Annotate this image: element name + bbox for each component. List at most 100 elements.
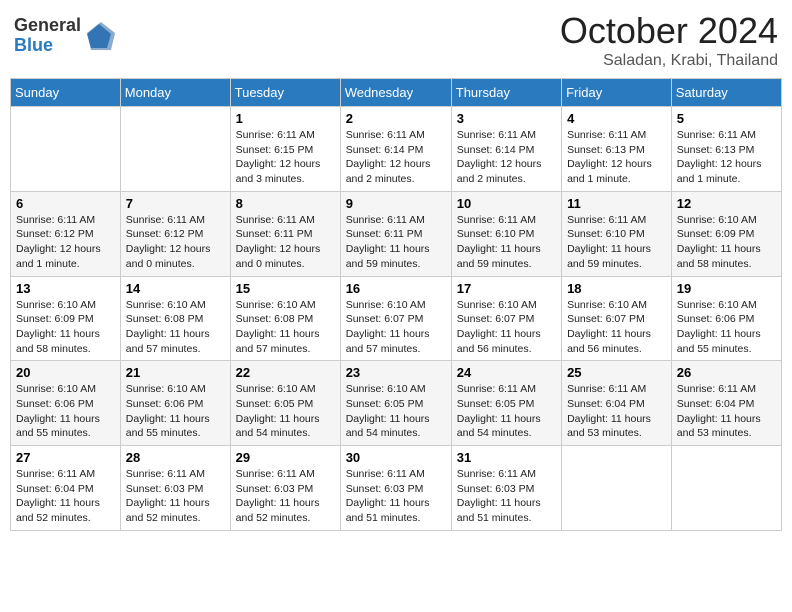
day-info: Sunrise: 6:11 AM Sunset: 6:14 PM Dayligh…: [346, 128, 446, 187]
calendar-cell: 31 Sunrise: 6:11 AM Sunset: 6:03 PM Dayli…: [451, 446, 561, 531]
logo: General Blue: [14, 16, 115, 56]
day-number: 3: [457, 111, 556, 126]
day-number: 10: [457, 196, 556, 211]
day-info: Sunrise: 6:11 AM Sunset: 6:03 PM Dayligh…: [236, 467, 335, 526]
day-number: 6: [16, 196, 115, 211]
day-info: Sunrise: 6:11 AM Sunset: 6:10 PM Dayligh…: [567, 213, 666, 272]
title-block: October 2024 Saladan, Krabi, Thailand: [560, 10, 778, 70]
calendar-week-row: 20 Sunrise: 6:10 AM Sunset: 6:06 PM Dayli…: [11, 361, 782, 446]
calendar-cell: 9 Sunrise: 6:11 AM Sunset: 6:11 PM Daylig…: [340, 191, 451, 276]
day-info: Sunrise: 6:10 AM Sunset: 6:07 PM Dayligh…: [567, 298, 666, 357]
calendar-cell: 24 Sunrise: 6:11 AM Sunset: 6:05 PM Dayli…: [451, 361, 561, 446]
calendar-cell: 5Sunrise: 6:11 AM Sunset: 6:13 PM Daylig…: [671, 107, 781, 192]
day-info: Sunrise: 6:11 AM Sunset: 6:03 PM Dayligh…: [126, 467, 225, 526]
calendar-cell: 12Sunrise: 6:10 AM Sunset: 6:09 PM Dayli…: [671, 191, 781, 276]
day-number: 16: [346, 281, 446, 296]
logo-icon: [83, 20, 115, 52]
calendar-cell: 8 Sunrise: 6:11 AM Sunset: 6:11 PM Daylig…: [230, 191, 340, 276]
logo-blue: Blue: [14, 36, 81, 56]
calendar-cell: 29 Sunrise: 6:11 AM Sunset: 6:03 PM Dayli…: [230, 446, 340, 531]
day-number: 2: [346, 111, 446, 126]
weekday-header-row: SundayMondayTuesdayWednesdayThursdayFrid…: [11, 79, 782, 107]
calendar-cell: 27Sunrise: 6:11 AM Sunset: 6:04 PM Dayli…: [11, 446, 121, 531]
calendar-cell: 7 Sunrise: 6:11 AM Sunset: 6:12 PM Daylig…: [120, 191, 230, 276]
day-number: 19: [677, 281, 776, 296]
day-info: Sunrise: 6:10 AM Sunset: 6:05 PM Dayligh…: [346, 382, 446, 441]
calendar-cell: 4 Sunrise: 6:11 AM Sunset: 6:13 PM Daylig…: [562, 107, 672, 192]
day-number: 26: [677, 365, 776, 380]
day-number: 13: [16, 281, 115, 296]
calendar-cell: 16 Sunrise: 6:10 AM Sunset: 6:07 PM Dayli…: [340, 276, 451, 361]
day-info: Sunrise: 6:10 AM Sunset: 6:07 PM Dayligh…: [457, 298, 556, 357]
day-number: 24: [457, 365, 556, 380]
calendar-cell: 22 Sunrise: 6:10 AM Sunset: 6:05 PM Dayli…: [230, 361, 340, 446]
weekday-header-sunday: Sunday: [11, 79, 121, 107]
calendar-cell: 20 Sunrise: 6:10 AM Sunset: 6:06 PM Dayli…: [11, 361, 121, 446]
calendar-cell: 6 Sunrise: 6:11 AM Sunset: 6:12 PM Daylig…: [11, 191, 121, 276]
calendar-cell: 10Sunrise: 6:11 AM Sunset: 6:10 PM Dayli…: [451, 191, 561, 276]
day-number: 9: [346, 196, 446, 211]
calendar-cell: 25Sunrise: 6:11 AM Sunset: 6:04 PM Dayli…: [562, 361, 672, 446]
calendar-cell: 14Sunrise: 6:10 AM Sunset: 6:08 PM Dayli…: [120, 276, 230, 361]
day-number: 14: [126, 281, 225, 296]
calendar-week-row: 6 Sunrise: 6:11 AM Sunset: 6:12 PM Daylig…: [11, 191, 782, 276]
day-info: Sunrise: 6:11 AM Sunset: 6:04 PM Dayligh…: [677, 382, 776, 441]
day-number: 22: [236, 365, 335, 380]
day-info: Sunrise: 6:11 AM Sunset: 6:05 PM Dayligh…: [457, 382, 556, 441]
weekday-header-wednesday: Wednesday: [340, 79, 451, 107]
day-info: Sunrise: 6:11 AM Sunset: 6:14 PM Dayligh…: [457, 128, 556, 187]
calendar-cell: 18 Sunrise: 6:10 AM Sunset: 6:07 PM Dayli…: [562, 276, 672, 361]
day-info: Sunrise: 6:10 AM Sunset: 6:08 PM Dayligh…: [236, 298, 335, 357]
day-info: Sunrise: 6:10 AM Sunset: 6:06 PM Dayligh…: [16, 382, 115, 441]
day-number: 15: [236, 281, 335, 296]
day-number: 18: [567, 281, 666, 296]
day-info: Sunrise: 6:11 AM Sunset: 6:03 PM Dayligh…: [346, 467, 446, 526]
weekday-header-saturday: Saturday: [671, 79, 781, 107]
day-info: Sunrise: 6:11 AM Sunset: 6:04 PM Dayligh…: [16, 467, 115, 526]
day-info: Sunrise: 6:11 AM Sunset: 6:11 PM Dayligh…: [236, 213, 335, 272]
day-info: Sunrise: 6:10 AM Sunset: 6:05 PM Dayligh…: [236, 382, 335, 441]
day-number: 11: [567, 196, 666, 211]
day-info: Sunrise: 6:10 AM Sunset: 6:07 PM Dayligh…: [346, 298, 446, 357]
day-number: 8: [236, 196, 335, 211]
calendar-cell: 17 Sunrise: 6:10 AM Sunset: 6:07 PM Dayli…: [451, 276, 561, 361]
day-number: 4: [567, 111, 666, 126]
month-title: October 2024: [560, 10, 778, 52]
calendar-cell: [671, 446, 781, 531]
calendar-cell: 2 Sunrise: 6:11 AM Sunset: 6:14 PM Daylig…: [340, 107, 451, 192]
day-number: 31: [457, 450, 556, 465]
calendar-cell: 21Sunrise: 6:10 AM Sunset: 6:06 PM Dayli…: [120, 361, 230, 446]
day-info: Sunrise: 6:11 AM Sunset: 6:11 PM Dayligh…: [346, 213, 446, 272]
day-number: 7: [126, 196, 225, 211]
day-info: Sunrise: 6:11 AM Sunset: 6:12 PM Dayligh…: [126, 213, 225, 272]
calendar-cell: [11, 107, 121, 192]
calendar-cell: 11 Sunrise: 6:11 AM Sunset: 6:10 PM Dayli…: [562, 191, 672, 276]
day-number: 17: [457, 281, 556, 296]
day-number: 29: [236, 450, 335, 465]
day-number: 30: [346, 450, 446, 465]
calendar-cell: 19 Sunrise: 6:10 AM Sunset: 6:06 PM Dayli…: [671, 276, 781, 361]
day-number: 28: [126, 450, 225, 465]
weekday-header-monday: Monday: [120, 79, 230, 107]
calendar-week-row: 1 Sunrise: 6:11 AM Sunset: 6:15 PM Daylig…: [11, 107, 782, 192]
day-number: 23: [346, 365, 446, 380]
day-number: 1: [236, 111, 335, 126]
day-info: Sunrise: 6:11 AM Sunset: 6:13 PM Dayligh…: [677, 128, 776, 187]
logo-general: General: [14, 16, 81, 36]
location: Saladan, Krabi, Thailand: [560, 52, 778, 70]
day-number: 20: [16, 365, 115, 380]
day-info: Sunrise: 6:11 AM Sunset: 6:03 PM Dayligh…: [457, 467, 556, 526]
day-info: Sunrise: 6:10 AM Sunset: 6:06 PM Dayligh…: [677, 298, 776, 357]
calendar-cell: 30 Sunrise: 6:11 AM Sunset: 6:03 PM Dayli…: [340, 446, 451, 531]
calendar-cell: 26 Sunrise: 6:11 AM Sunset: 6:04 PM Dayli…: [671, 361, 781, 446]
page-header: General Blue October 2024 Saladan, Krabi…: [10, 10, 782, 70]
weekday-header-thursday: Thursday: [451, 79, 561, 107]
day-info: Sunrise: 6:10 AM Sunset: 6:09 PM Dayligh…: [677, 213, 776, 272]
calendar-cell: 13Sunrise: 6:10 AM Sunset: 6:09 PM Dayli…: [11, 276, 121, 361]
day-info: Sunrise: 6:11 AM Sunset: 6:12 PM Dayligh…: [16, 213, 115, 272]
day-number: 21: [126, 365, 225, 380]
day-info: Sunrise: 6:11 AM Sunset: 6:15 PM Dayligh…: [236, 128, 335, 187]
day-info: Sunrise: 6:11 AM Sunset: 6:13 PM Dayligh…: [567, 128, 666, 187]
calendar-cell: 23 Sunrise: 6:10 AM Sunset: 6:05 PM Dayli…: [340, 361, 451, 446]
weekday-header-tuesday: Tuesday: [230, 79, 340, 107]
